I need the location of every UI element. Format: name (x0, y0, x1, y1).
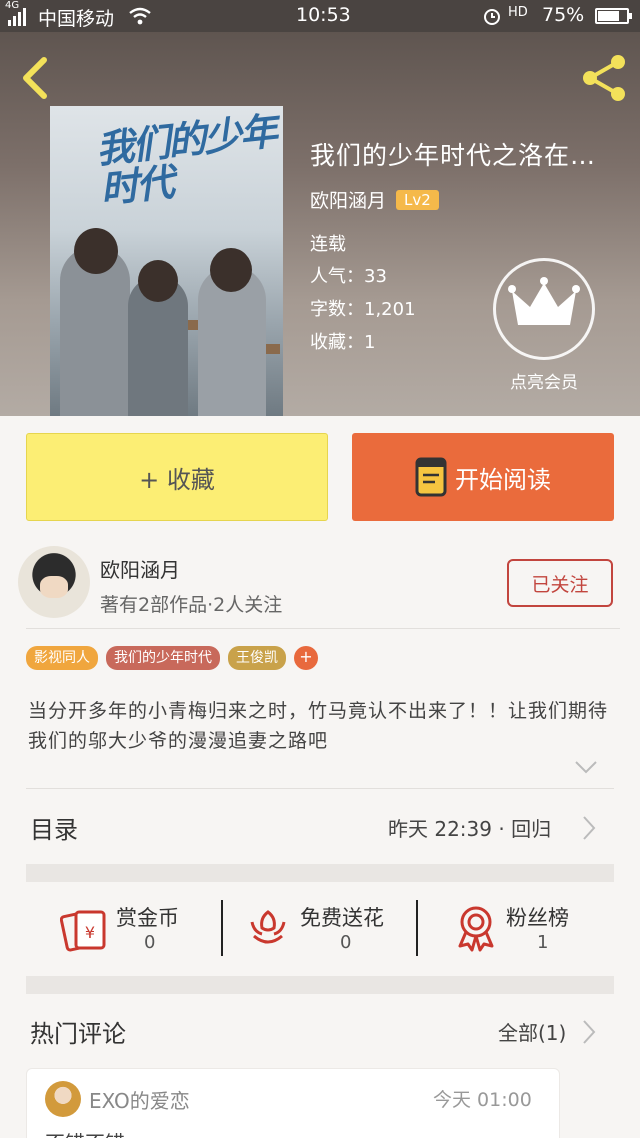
clock: 10:53 (296, 4, 351, 26)
tag-item[interactable]: 影视同人 (26, 646, 98, 670)
section-separator (26, 864, 614, 882)
book-description: 当分开多年的小青梅归来之时，竹马竟认不出来了！！让我们期待我们的邬大少爷的漫漫追… (28, 700, 609, 752)
divider (416, 900, 418, 956)
carrier-name: 中国移动 (38, 8, 115, 30)
commenter-name[interactable]: EXO的爱恋 (89, 1085, 190, 1114)
wifi-icon (129, 7, 151, 25)
network-type: 4G (5, 0, 20, 11)
cover-title: 我们的少年时代 (94, 109, 278, 212)
fan-ranking-count: 1 (537, 932, 549, 953)
level-badge: Lv2 (396, 189, 439, 210)
commenter-avatar[interactable] (45, 1081, 81, 1117)
tag-item[interactable]: 我们的少年时代 (106, 646, 220, 670)
start-reading-button[interactable]: 开始阅读 (352, 433, 614, 521)
book-icon (415, 457, 447, 497)
book-header: 我们的少年时代 我们的少年时代之洛在… 欧阳涵月 Lv2 连载 人气：33 字数… (0, 32, 640, 416)
favorites-stat: 收藏：1 (310, 332, 376, 353)
divider (26, 628, 620, 629)
comment-time: 今天 01:00 (433, 1089, 532, 1111)
comment-card[interactable]: EXO的爱恋 今天 01:00 不错不错 (26, 1068, 560, 1138)
word-count-stat: 字数：1,201 (310, 299, 416, 320)
fan-ranking-label: 粉丝榜 (506, 906, 569, 930)
vip-label[interactable]: 点亮会员 (490, 368, 598, 393)
divider (26, 788, 614, 789)
expand-description-icon[interactable] (574, 760, 598, 774)
author-name[interactable]: 欧阳涵月 (310, 186, 386, 213)
tag-list: 影视同人 我们的少年时代 王俊凯 + (26, 646, 318, 670)
serial-status: 连载 (310, 234, 346, 255)
toc-title[interactable]: 目录 (30, 810, 78, 845)
popularity-stat: 人气：33 (310, 266, 387, 287)
crown-icon (508, 277, 580, 325)
section-separator (26, 976, 614, 994)
author-row: 欧阳涵月 Lv2 (310, 186, 439, 213)
book-title: 我们的少年时代之洛在… (310, 141, 597, 170)
red-envelope-icon: ¥ (60, 910, 106, 952)
battery-fill (598, 11, 619, 21)
status-bar: 4G 中国移动 10:53 HD 75% (0, 0, 640, 32)
vip-button[interactable] (493, 258, 595, 360)
avatar[interactable] (18, 546, 90, 618)
comment-text: 不错不错 (45, 1127, 125, 1138)
medal-icon (458, 906, 494, 952)
battery-icon (595, 8, 632, 24)
tag-item[interactable]: 王俊凯 (228, 646, 286, 670)
flower-icon (250, 910, 286, 944)
follow-button[interactable]: 已关注 (507, 559, 613, 607)
chevron-right-icon[interactable] (582, 1019, 596, 1045)
svg-text:¥: ¥ (85, 923, 95, 942)
hot-comments-title: 热门评论 (30, 1020, 126, 1048)
free-flower-label: 免费送花 (300, 906, 384, 930)
chevron-right-icon[interactable] (582, 815, 596, 841)
all-comments-link[interactable]: 全部(1) (498, 1017, 566, 1046)
battery-percent: 75% (542, 4, 585, 26)
hd-call-icon: HD (508, 5, 528, 20)
back-button[interactable] (16, 54, 56, 102)
book-cover[interactable]: 我们的少年时代 (50, 106, 283, 416)
reward-gold-label: 赏金币 (116, 906, 179, 930)
divider (221, 900, 223, 956)
add-favorite-button[interactable]: + 收藏 (26, 433, 328, 521)
start-reading-label: 开始阅读 (455, 465, 551, 494)
alarm-icon (484, 9, 500, 25)
author-card-name[interactable]: 欧阳涵月 (100, 554, 180, 583)
reward-gold-count: 0 (144, 932, 156, 953)
share-button[interactable] (578, 52, 630, 104)
free-flower-count: 0 (340, 932, 352, 953)
add-tag-button[interactable]: + (294, 646, 318, 670)
author-card-meta: 著有2部作品·2人关注 (100, 594, 283, 616)
toc-latest-chapter[interactable]: 昨天 22:39 · 回归 (388, 813, 551, 842)
